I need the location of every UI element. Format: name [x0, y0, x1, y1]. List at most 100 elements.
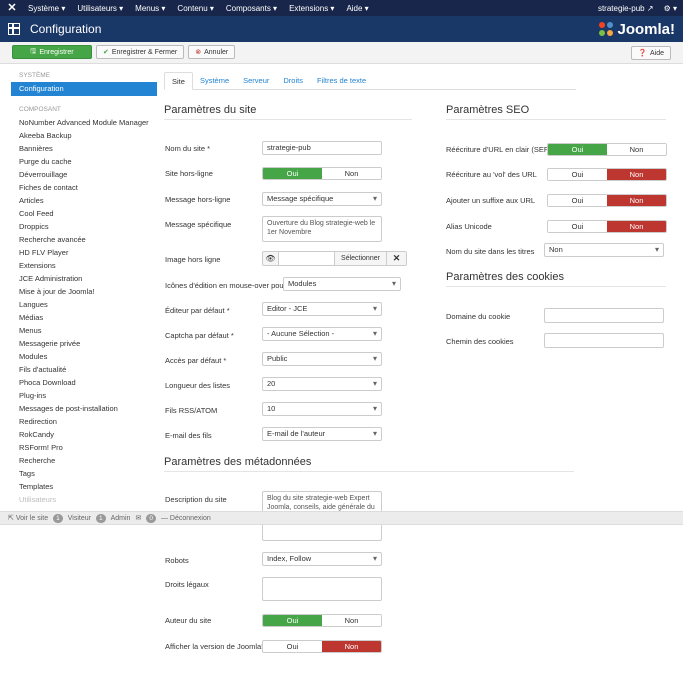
save-close-button[interactable]: ✔ Enregistrer & Fermer: [96, 45, 185, 59]
joomla-logo-icon[interactable]: ✕: [6, 2, 18, 14]
sidebar-item[interactable]: Templates: [11, 480, 157, 493]
unicode-label: Alias Unicode: [446, 222, 492, 231]
feed-limit-select[interactable]: 10: [262, 402, 382, 416]
external-link-icon: ↗: [646, 3, 654, 13]
menu-aide[interactable]: Aide ▾: [346, 4, 368, 13]
select-image-button[interactable]: Sélectionner: [334, 252, 386, 265]
unicode-yes[interactable]: Oui: [548, 221, 607, 232]
sidebar-item[interactable]: NoNumber Advanced Module Manager: [11, 116, 157, 129]
suffix-yes[interactable]: Oui: [548, 195, 607, 206]
sidebar-component-list: NoNumber Advanced Module Manager Akeeba …: [11, 116, 157, 506]
sidebar-item[interactable]: Cool Feed: [11, 207, 157, 220]
author-no[interactable]: Non: [322, 615, 381, 626]
sidebar-item[interactable]: Akeeba Backup: [11, 129, 157, 142]
editor-select[interactable]: Editor - JCE: [262, 302, 382, 316]
sidebar-item[interactable]: Messages de post-installation: [11, 402, 157, 415]
sidebar: Système Configuration Composant NoNumber…: [11, 72, 157, 506]
suffix-toggle: Oui Non: [547, 194, 667, 207]
sidebar-item[interactable]: RSForm! Pro: [11, 441, 157, 454]
sidebar-item[interactable]: Mise à jour de Joomla!: [11, 285, 157, 298]
sidebar-item[interactable]: Bannières: [11, 142, 157, 155]
sidebar-item[interactable]: Fiches de contact: [11, 181, 157, 194]
cancel-button[interactable]: ⊗ Annuler: [188, 45, 236, 59]
offline-yes[interactable]: Oui: [263, 168, 322, 179]
check-icon: ✔: [103, 49, 109, 56]
save-button[interactable]: 🖫 Enregistrer: [12, 45, 92, 59]
sidebar-item[interactable]: Purge du cache: [11, 155, 157, 168]
help-button[interactable]: ❓ Aide: [631, 46, 671, 60]
tab-systeme[interactable]: Système: [193, 72, 236, 90]
sidebar-item[interactable]: Fils d'actualité: [11, 363, 157, 376]
sidebar-item[interactable]: Déverrouillage: [11, 168, 157, 181]
tab-filtres[interactable]: Filtres de texte: [310, 72, 373, 90]
feed-limit-label: Fils RSS/ATOM: [165, 406, 218, 415]
site-name: strategie-pub: [597, 3, 645, 13]
sidebar-item[interactable]: Modules: [11, 350, 157, 363]
sidebar-item[interactable]: JCE Administration: [11, 272, 157, 285]
sidebar-item[interactable]: Menus: [11, 324, 157, 337]
tab-droits[interactable]: Droits: [276, 72, 310, 90]
sidebar-item[interactable]: Recherche avancée: [11, 233, 157, 246]
menu-contenu[interactable]: Contenu ▾: [177, 4, 213, 13]
sef-no[interactable]: Non: [607, 144, 666, 155]
sef-yes[interactable]: Oui: [548, 144, 607, 155]
menu-utilisateurs[interactable]: Utilisateurs ▾: [77, 4, 123, 13]
rewrite-yes[interactable]: Oui: [548, 169, 607, 180]
edit-icons-select[interactable]: Modules: [283, 277, 401, 291]
sidebar-item[interactable]: Recherche: [11, 454, 157, 467]
unicode-toggle: Oui Non: [547, 220, 667, 233]
sidebar-item[interactable]: Redirection: [11, 415, 157, 428]
sitename-titles-select[interactable]: Non: [544, 243, 664, 257]
sidebar-item-configuration[interactable]: Configuration: [11, 82, 157, 96]
sef-label: Réécriture d'URL en clair (SEF): [446, 145, 551, 154]
menu-systeme[interactable]: Système ▾: [28, 4, 65, 13]
sidebar-item[interactable]: Plug-ins: [11, 389, 157, 402]
preview-eye-icon[interactable]: 👁: [263, 252, 279, 265]
messages-icon[interactable]: ✉: [135, 514, 141, 522]
captcha-select[interactable]: - Aucune Sélection -: [262, 327, 382, 341]
site-link[interactable]: strategie-pub ↗: [598, 4, 654, 13]
user-settings-dropdown[interactable]: ⚙ ▾: [664, 4, 677, 13]
version-yes[interactable]: Oui: [263, 641, 322, 652]
offline-no[interactable]: Non: [322, 168, 381, 179]
offline-msg-select[interactable]: Message spécifique: [262, 192, 382, 206]
logout-label: Déconnexion: [169, 514, 211, 522]
rewrite-no[interactable]: Non: [607, 169, 666, 180]
cookie-domain-input[interactable]: [544, 308, 664, 323]
sidebar-item[interactable]: Tags: [11, 467, 157, 480]
sitename-input[interactable]: strategie-pub: [262, 141, 382, 155]
robots-select[interactable]: Index, Follow: [262, 552, 382, 566]
sidebar-item[interactable]: Extensions: [11, 259, 157, 272]
view-site-icon: ⇱: [8, 515, 14, 522]
custom-msg-textarea[interactable]: Ouverture du Blog strategie-web le 1er N…: [262, 216, 382, 242]
author-yes[interactable]: Oui: [263, 615, 322, 626]
sidebar-components-heading: Composant: [19, 106, 61, 113]
sidebar-item[interactable]: Langues: [11, 298, 157, 311]
suffix-no[interactable]: Non: [607, 195, 666, 206]
sidebar-item[interactable]: HD FLV Player: [11, 246, 157, 259]
captcha-label: Captcha par défaut *: [165, 331, 234, 340]
tab-site[interactable]: Site: [164, 72, 193, 90]
cookie-path-input[interactable]: [544, 333, 664, 348]
sidebar-item[interactable]: Médias: [11, 311, 157, 324]
sidebar-item[interactable]: Utilisateurs: [11, 493, 157, 506]
sidebar-item[interactable]: Messagerie privée: [11, 337, 157, 350]
feed-email-select[interactable]: E-mail de l'auteur: [262, 427, 382, 441]
tab-serveur[interactable]: Serveur: [236, 72, 276, 90]
menu-composants[interactable]: Composants ▾: [226, 4, 277, 13]
view-site-link[interactable]: ⇱ Voir le site: [8, 514, 48, 522]
menu-menus[interactable]: Menus ▾: [135, 4, 165, 13]
clear-image-icon[interactable]: ✕: [386, 252, 406, 265]
version-no[interactable]: Non: [322, 641, 381, 652]
rights-textarea[interactable]: [262, 577, 382, 601]
logout-link[interactable]: — Déconnexion: [161, 515, 211, 522]
unicode-no[interactable]: Non: [607, 221, 666, 232]
list-limit-select[interactable]: 20: [262, 377, 382, 391]
sidebar-item[interactable]: Articles: [11, 194, 157, 207]
rewrite-toggle: Oui Non: [547, 168, 667, 181]
access-select[interactable]: Public: [262, 352, 382, 366]
sidebar-item[interactable]: Phoca Download: [11, 376, 157, 389]
sidebar-item[interactable]: Droppics: [11, 220, 157, 233]
sidebar-item[interactable]: RokCandy: [11, 428, 157, 441]
menu-extensions[interactable]: Extensions ▾: [289, 4, 334, 13]
